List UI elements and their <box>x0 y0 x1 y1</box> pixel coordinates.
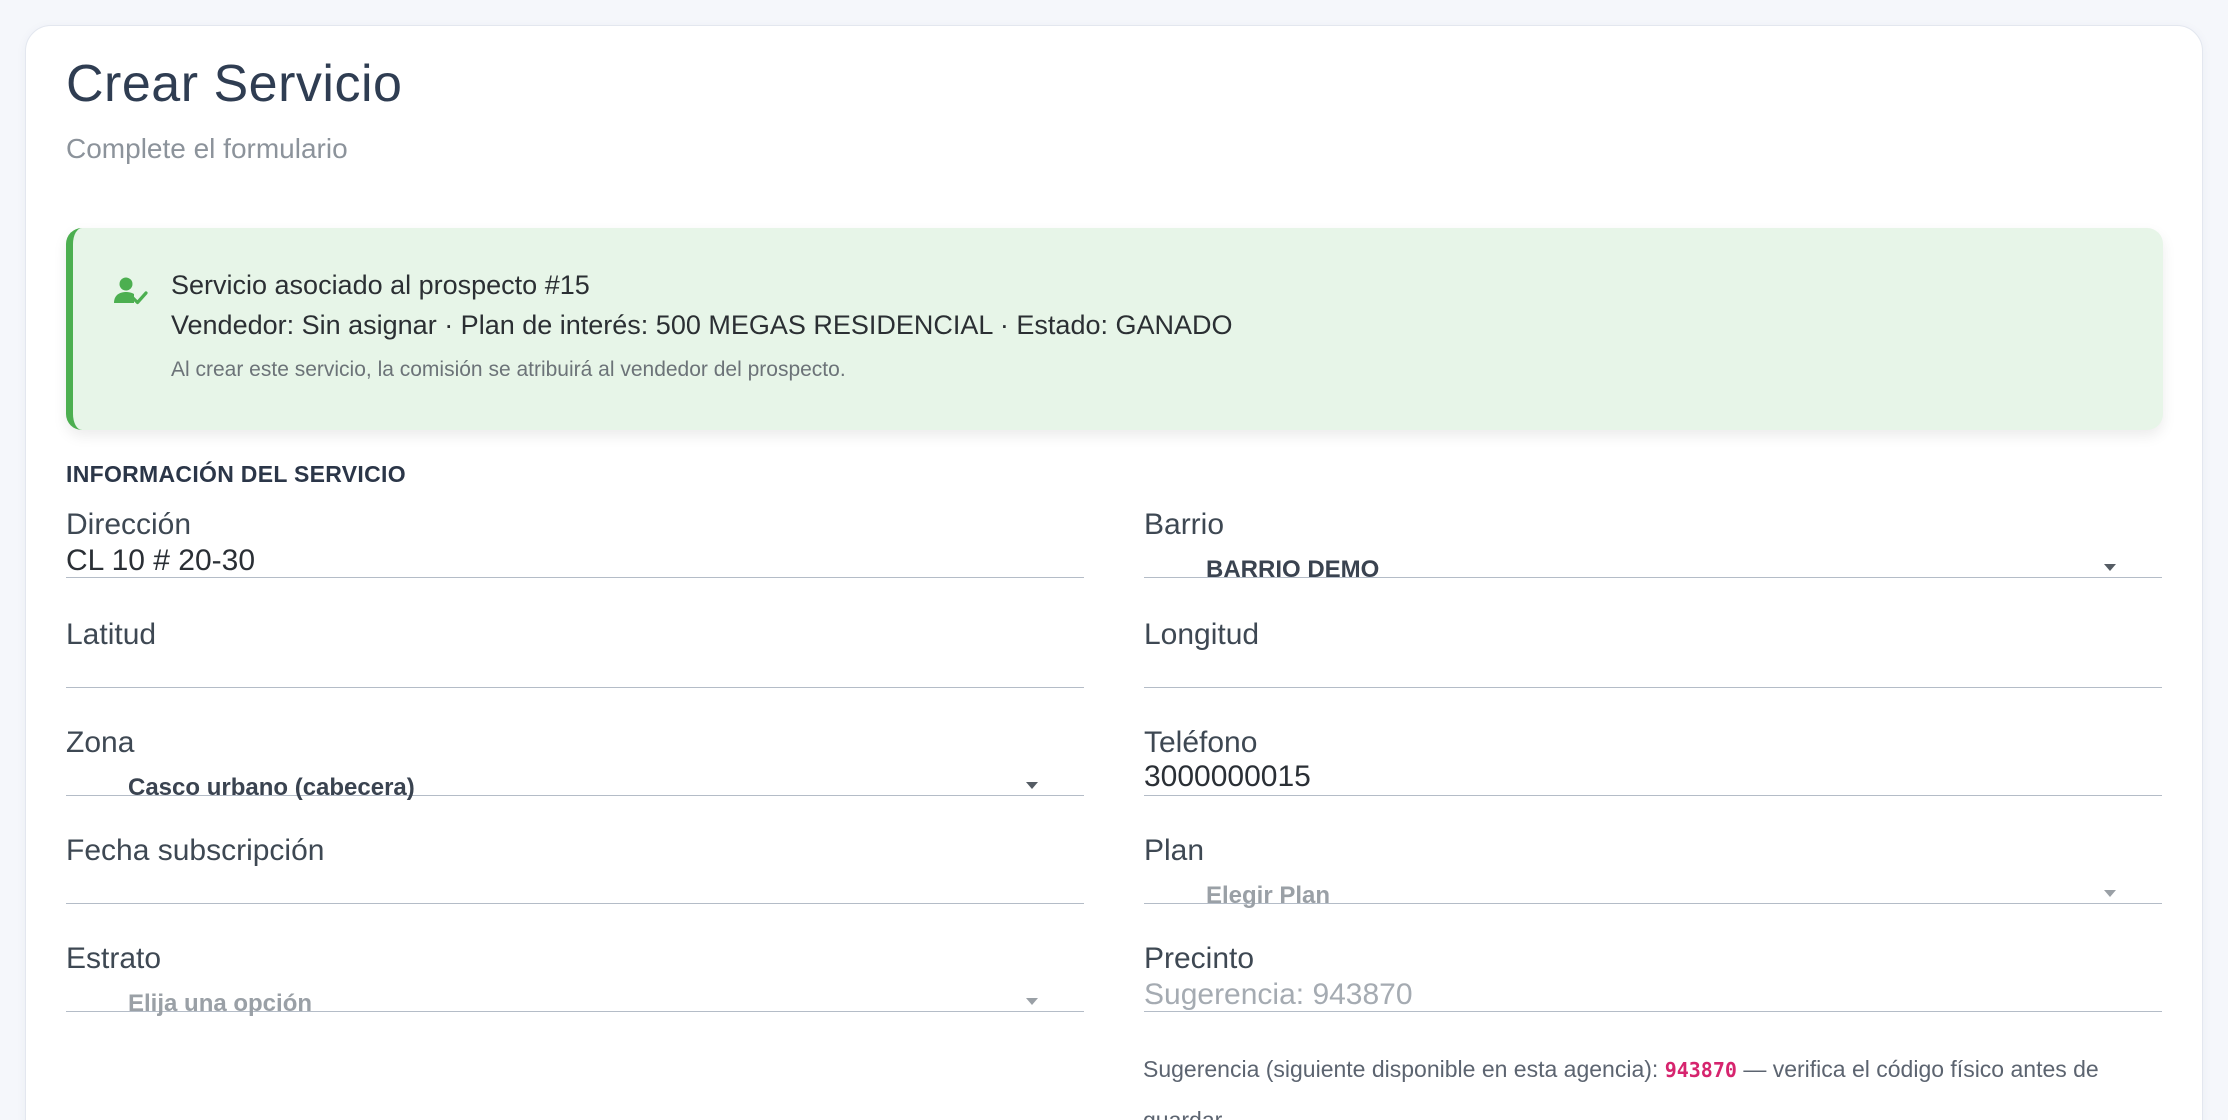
hint-prefix: Sugerencia (siguiente disponible en esta… <box>1143 1056 1659 1082</box>
chevron-down-icon[interactable] <box>1026 782 1038 789</box>
plan-select[interactable]: Plan Elegir Plan <box>1144 834 2162 909</box>
chevron-down-icon[interactable] <box>2104 564 2116 571</box>
barrio-select[interactable]: Barrio BARRIO DEMO <box>1144 508 2162 583</box>
estrato-label: Estrato <box>66 942 162 975</box>
longitud-field[interactable]: Longitud <box>1144 618 2162 688</box>
latitud-field[interactable]: Latitud <box>66 618 1084 688</box>
telefono-input[interactable]: 3000000015 <box>1144 760 1311 794</box>
hint-suggested-code: 943870 <box>1664 1058 1737 1082</box>
precinto-label: Precinto <box>1144 942 1255 975</box>
page-title: Crear Servicio <box>66 55 403 113</box>
direccion-label: Dirección <box>66 508 192 541</box>
fecha-subscripcion-field[interactable]: Fecha subscripción <box>66 834 1084 904</box>
precinto-input[interactable]: Sugerencia: 943870 <box>1144 978 1413 1012</box>
person-check-icon <box>113 274 149 310</box>
plan-label: Plan <box>1144 834 1205 867</box>
alert-prospect-line: Servicio asociado al prospecto #15 <box>171 270 590 300</box>
page-subtitle: Complete el formulario <box>66 133 348 164</box>
latitud-label: Latitud <box>66 618 157 651</box>
precinto-suggestion-hint: Sugerencia (siguiente disponible en esta… <box>1143 1044 2143 1120</box>
telefono-field[interactable]: Teléfono 3000000015 <box>1144 726 2162 796</box>
telefono-label: Teléfono <box>1144 726 1258 759</box>
zona-select[interactable]: Zona Casco urbano (cabecera) <box>66 726 1084 801</box>
zona-label: Zona <box>66 726 135 759</box>
direccion-input[interactable]: CL 10 # 20-30 <box>66 544 255 578</box>
barrio-selected-value[interactable]: BARRIO DEMO <box>1206 556 1379 584</box>
direccion-field[interactable]: Dirección CL 10 # 20-30 <box>66 508 1084 578</box>
estrato-select[interactable]: Estrato Elija una opción <box>66 942 1084 1017</box>
zona-selected-value[interactable]: Casco urbano (cabecera) <box>128 774 415 802</box>
barrio-label: Barrio <box>1144 508 1225 541</box>
longitud-label: Longitud <box>1144 618 1260 651</box>
fecha-subscripcion-label: Fecha subscripción <box>66 834 325 867</box>
chevron-down-icon[interactable] <box>1026 998 1038 1005</box>
section-title: INFORMACIÓN DEL SERVICIO <box>66 461 406 487</box>
prospect-alert: Servicio asociado al prospecto #15 Vende… <box>66 228 2163 430</box>
precinto-field[interactable]: Precinto Sugerencia: 943870 <box>1144 942 2162 1012</box>
estrato-placeholder[interactable]: Elija una opción <box>128 990 312 1018</box>
alert-commission-note: Al crear este servicio, la comisión se a… <box>171 358 846 381</box>
plan-placeholder[interactable]: Elegir Plan <box>1206 882 1330 910</box>
alert-details-line: Vendedor: Sin asignar · Plan de interés:… <box>171 310 1233 340</box>
chevron-down-icon[interactable] <box>2104 890 2116 897</box>
